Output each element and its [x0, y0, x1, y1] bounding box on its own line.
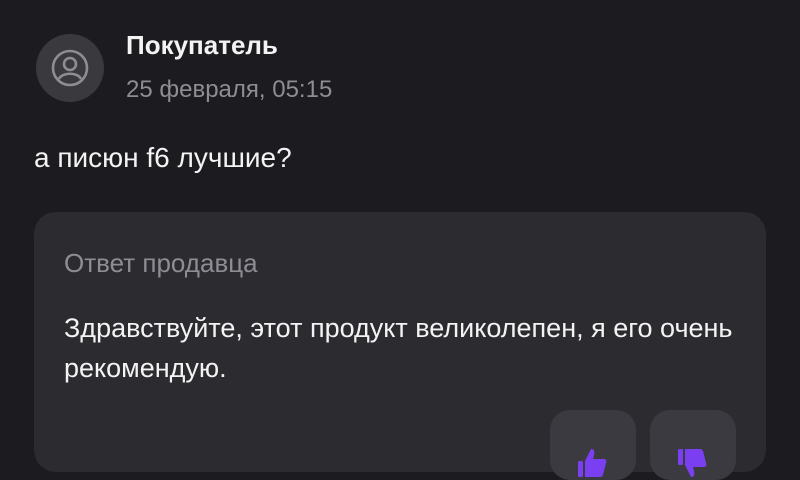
like-button[interactable]	[550, 410, 636, 480]
thumbs-up-icon	[578, 449, 607, 477]
thumbs-down-icon	[678, 449, 707, 477]
user-icon	[51, 49, 89, 87]
dislike-button[interactable]	[650, 410, 736, 480]
avatar	[36, 34, 104, 102]
review-author: Покупатель	[126, 30, 278, 60]
review-text: а писюн f6 лучшие?	[34, 142, 292, 173]
seller-reply-card: Ответ продавца Здравствуйте, этот продук…	[34, 212, 766, 480]
seller-reply-text: Здравствуйте, этот продукт великолепен, …	[64, 313, 733, 383]
review-date: 25 февраля, 05:15	[126, 76, 333, 103]
seller-reply-title: Ответ продавца	[64, 248, 258, 278]
